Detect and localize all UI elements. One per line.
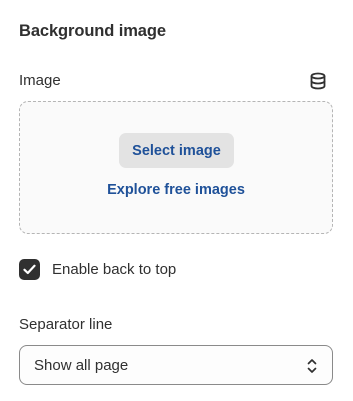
database-icon[interactable] <box>309 72 327 90</box>
select-image-button[interactable]: Select image <box>119 133 234 168</box>
checkmark-icon <box>23 264 36 275</box>
section-heading: Background image <box>19 22 166 40</box>
image-dropzone[interactable]: Select image Explore free images <box>19 101 333 234</box>
explore-free-images-link[interactable]: Explore free images <box>20 182 332 198</box>
separator-line-value: Show all page <box>34 356 129 374</box>
image-field-label: Image <box>19 72 61 89</box>
separator-line-label: Separator line <box>19 316 113 333</box>
background-image-panel: Background image Image Select image Expl… <box>0 0 353 401</box>
chevron-up-down-icon <box>306 357 318 375</box>
separator-line-select[interactable]: Show all page <box>19 345 333 385</box>
enable-back-to-top-label: Enable back to top <box>52 261 177 278</box>
enable-back-to-top-checkbox[interactable] <box>19 259 40 280</box>
enable-back-to-top-row[interactable]: Enable back to top <box>19 259 176 280</box>
